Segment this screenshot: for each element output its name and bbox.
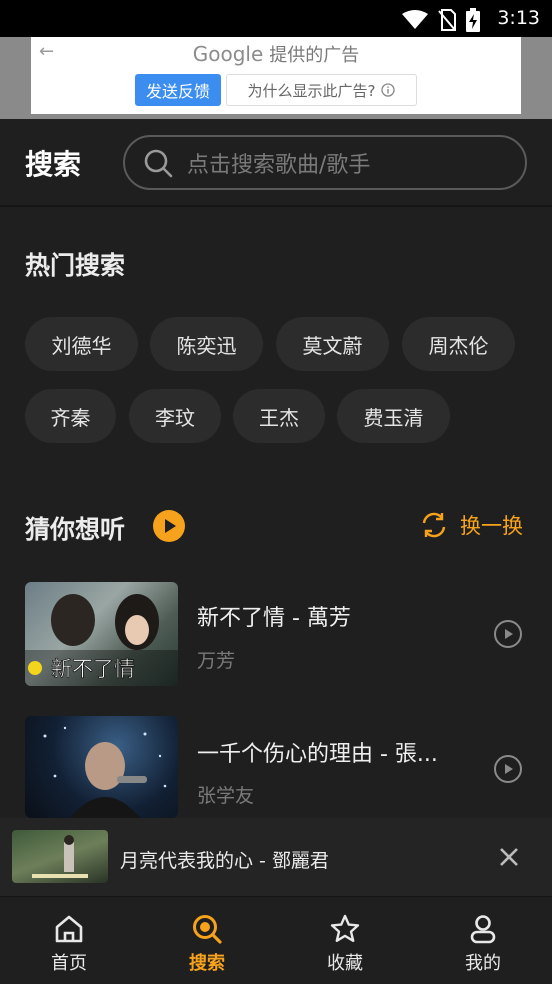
info-icon	[381, 83, 396, 97]
search-input[interactable]: 点击搜索歌曲/歌手	[123, 135, 527, 190]
player-thumbnail[interactable]	[12, 830, 108, 883]
ad-why-button[interactable]: 为什么显示此广告?	[226, 74, 417, 106]
user-icon	[470, 915, 496, 944]
battery-charging-icon	[466, 8, 480, 32]
ad-feedback-button[interactable]: 发送反馈	[135, 74, 221, 106]
tab-mine[interactable]: 我的	[414, 897, 552, 984]
song-play-icon[interactable]	[494, 755, 522, 783]
home-icon	[55, 915, 83, 943]
tab-favorites[interactable]: 收藏	[276, 897, 414, 984]
hot-tag[interactable]: 费玉清	[337, 389, 450, 443]
mini-player[interactable]: 月亮代表我的心 - 鄧麗君	[0, 818, 552, 896]
tab-label: 我的	[465, 953, 501, 974]
guess-title: 猜你想听	[25, 515, 126, 544]
tab-label: 搜索	[189, 953, 225, 974]
tab-label: 首页	[51, 953, 87, 974]
hot-tag[interactable]: 李玟	[129, 389, 221, 443]
player-title[interactable]: 月亮代表我的心 - 鄧麗君	[120, 846, 329, 873]
tab-label: 收藏	[327, 953, 363, 974]
song-play-icon[interactable]	[494, 620, 522, 648]
wifi-icon	[402, 10, 428, 29]
hot-tag[interactable]: 齐秦	[25, 389, 116, 443]
search-icon	[144, 149, 173, 177]
tab-search[interactable]: 搜索	[138, 897, 276, 984]
ad-caption: 提供的广告	[269, 45, 360, 66]
hot-tag[interactable]: 周杰伦	[402, 317, 515, 371]
page-title: 搜索	[25, 148, 82, 181]
song-title[interactable]: 新不了情 - 萬芳	[197, 600, 351, 632]
bottom-tab-bar: 首页 搜索 收藏 我的	[0, 896, 552, 984]
hot-tag[interactable]: 莫文蔚	[276, 317, 389, 371]
header-divider	[0, 205, 552, 207]
ad-brand: Google	[192, 42, 264, 66]
hot-tag[interactable]: 陈奕迅	[150, 317, 263, 371]
refresh-button[interactable]: 换一换	[420, 510, 523, 540]
ad-banner: ← Google 提供的广告 发送反馈 为什么显示此广告?	[0, 37, 552, 119]
play-all-icon[interactable]	[153, 510, 185, 542]
hot-tag[interactable]: 刘德华	[25, 317, 138, 371]
ad-title: Google 提供的广告	[31, 41, 521, 67]
status-time: 3:13	[497, 7, 540, 29]
status-icons	[402, 8, 480, 32]
hot-search-title: 热门搜索	[25, 251, 126, 280]
song-thumbnail[interactable]	[25, 716, 178, 818]
close-icon[interactable]	[498, 846, 520, 868]
hot-tag[interactable]: 王杰	[233, 389, 325, 443]
song-artist: 万芳	[197, 650, 236, 672]
search-placeholder: 点击搜索歌曲/歌手	[187, 152, 371, 178]
song-thumbnail[interactable]: 新不了情	[25, 582, 178, 686]
song-title[interactable]: 一千个伤心的理由 - 張...	[197, 736, 438, 768]
tab-home[interactable]: 首页	[0, 897, 138, 984]
refresh-icon	[422, 512, 446, 538]
status-bar: 3:13	[0, 0, 552, 37]
no-sim-icon	[438, 9, 456, 31]
search-icon	[193, 915, 222, 944]
song-thumb-caption: 新不了情	[51, 657, 135, 681]
song-artist: 张学友	[197, 785, 255, 807]
ad-box[interactable]: ← Google 提供的广告 发送反馈 为什么显示此广告?	[31, 37, 521, 114]
refresh-label: 换一换	[460, 514, 523, 538]
star-icon	[330, 914, 360, 942]
ad-why-label: 为什么显示此广告?	[247, 81, 376, 100]
